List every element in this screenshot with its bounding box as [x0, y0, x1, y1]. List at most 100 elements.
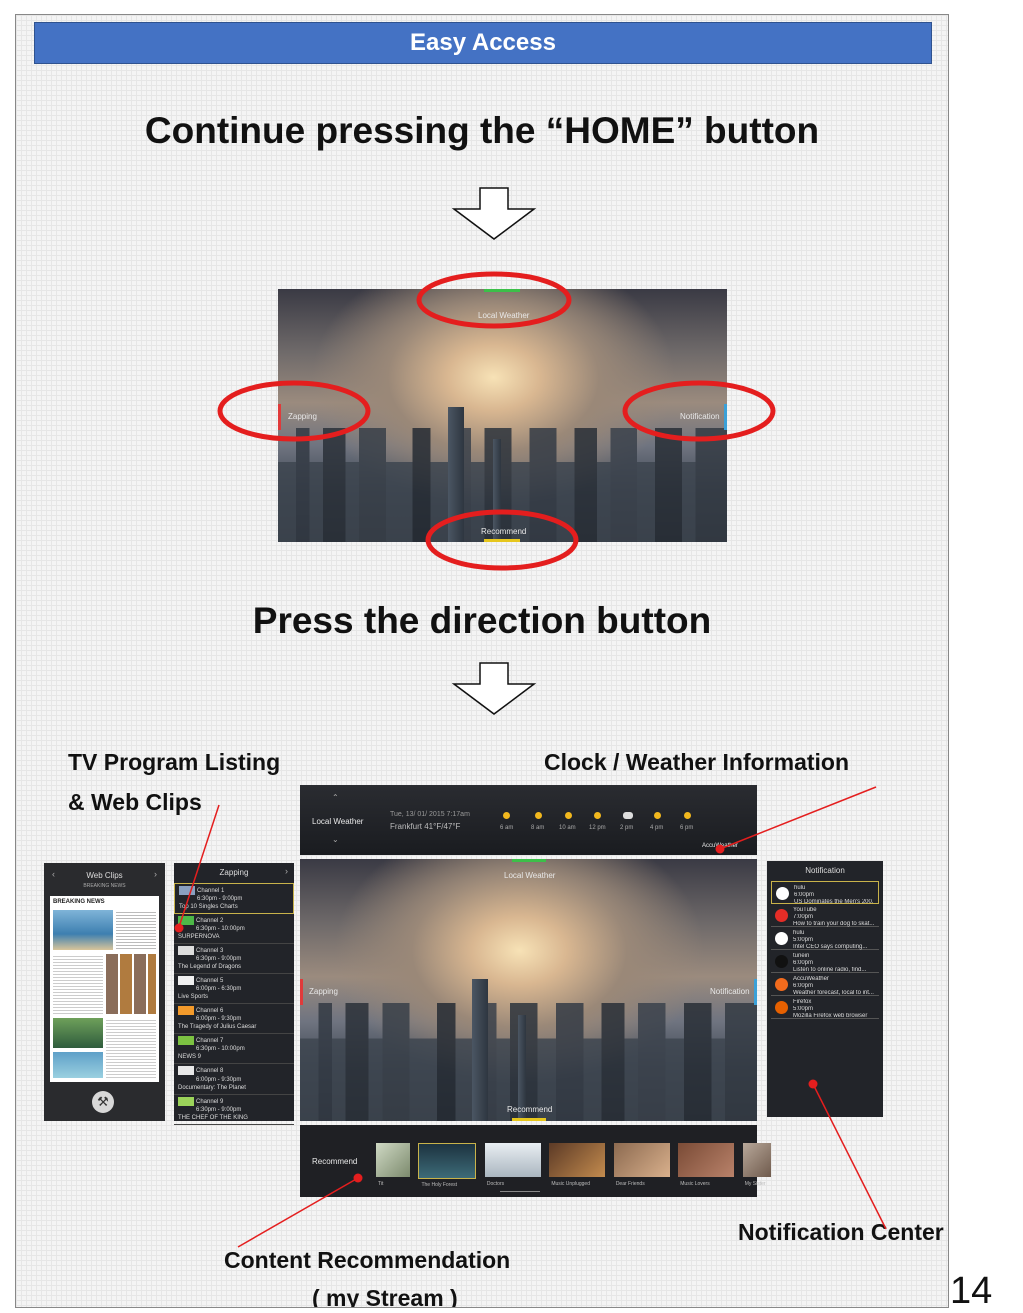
sun-icon: [594, 812, 601, 819]
zapping-row[interactable]: Channel 7 6:30pm - 10:00pm NEWS 9: [174, 1034, 294, 1065]
notification-item[interactable]: YouTube 7:00pm How to train your dog to sk…: [771, 904, 879, 927]
label-notification-center: Notification Center: [738, 1219, 944, 1245]
channel-name: Channel 8: [196, 1068, 224, 1075]
zapping-panel: Zapping › Channel 1 6:30pm - 9:00pm Top …: [174, 863, 294, 1125]
notification-item[interactable]: hulu 6:00pm US Dominates the Men's 200...: [771, 881, 879, 905]
zapping-row[interactable]: Channel 8 6:00pm - 9:30pm Documentary: T…: [174, 1064, 294, 1095]
tv-label-right[interactable]: Notification: [710, 987, 750, 996]
tv-label-top[interactable]: Local Weather: [478, 311, 529, 320]
notification-item[interactable]: hulu 5:00pm Intel CEO says computing...: [771, 927, 879, 950]
notification-panel: Notification hulu 6:00pm US Dominates the …: [767, 861, 883, 1117]
channel-time: 6:00pm - 6:30pm: [196, 986, 242, 993]
channel-name: Channel 7: [196, 1038, 224, 1045]
weather-time: 12 pm: [589, 825, 606, 831]
channel-time: 6:30pm - 9:00pm: [196, 1106, 242, 1113]
tv-label-bottom[interactable]: Recommend: [481, 527, 526, 536]
news-headline: BREAKING NEWS: [53, 899, 105, 905]
right-indicator: [724, 404, 727, 430]
recommend-item-label: Music Unplugged: [551, 1181, 590, 1187]
web-clips-title: Web Clips: [86, 871, 123, 880]
accuweather-brand: AccuWeather: [702, 843, 738, 849]
recommend-item[interactable]: Doctors: [484, 1143, 541, 1187]
chevron-up-icon[interactable]: ⌃: [332, 793, 339, 802]
notification-text: Mozilla Firefox web browser: [793, 1013, 868, 1019]
down-arrow-icon: [452, 662, 536, 715]
notification-time: 7:00pm: [793, 914, 814, 920]
left-indicator: [300, 979, 303, 1005]
weather-location: Frankfurt 41°F/47°F: [390, 822, 461, 831]
recommend-item-label: Tit: [378, 1181, 384, 1187]
recommend-item-label: The Holy Forest: [421, 1182, 458, 1188]
notification-app: Firefox: [793, 999, 812, 1005]
sun-icon: [503, 812, 510, 819]
zapping-row[interactable]: Channel 5 6:00pm - 6:30pm Live Sports: [174, 974, 294, 1005]
channel-show: Live Sports: [178, 994, 209, 1001]
notification-item[interactable]: tunein 6:00pm Listen to online radio, find…: [771, 950, 879, 973]
tv-label-right[interactable]: Notification: [680, 412, 720, 421]
weather-datetime: Tue, 13/ 01/ 2015 7:17am: [390, 811, 470, 818]
left-indicator: [278, 404, 281, 430]
tv-label-bottom[interactable]: Recommend: [507, 1105, 552, 1114]
sun-icon: [535, 812, 542, 819]
sun-icon: [684, 812, 691, 819]
recommend-item[interactable]: My Sister: [742, 1143, 771, 1187]
right-indicator: [754, 979, 757, 1005]
channel-show: SURPERNOVA: [178, 934, 220, 941]
tv-label-top[interactable]: Local Weather: [504, 871, 555, 880]
chevron-right-icon[interactable]: ›: [285, 866, 288, 876]
notification-item[interactable]: Firefox 5:00pm Mozilla Firefox web browser: [771, 996, 879, 1019]
tv-main-screen: Local Weather Zapping Notification Recom…: [300, 859, 757, 1121]
weather-time: 6 pm: [680, 825, 694, 831]
recommend-item[interactable]: Dear Friends: [613, 1143, 670, 1187]
app-icon: [775, 955, 788, 968]
label-clock-weather: Clock / Weather Information: [544, 749, 850, 775]
channel-thumbnail: [178, 976, 194, 986]
chevron-left-icon[interactable]: ‹: [52, 869, 55, 879]
weather-title: Local Weather: [312, 817, 364, 826]
zapping-row[interactable]: Channel 6 6:00pm - 9:30pm The Tragedy of…: [174, 1004, 294, 1035]
recommend-item-label: Dear Friends: [615, 1181, 645, 1187]
notification-app: YouTube: [793, 907, 817, 913]
tv-label-left[interactable]: Zapping: [288, 412, 317, 421]
notification-time: 5:00pm: [793, 1006, 814, 1012]
notification-item[interactable]: AccuWeather 6:00pm Weather forecast, local…: [771, 973, 879, 996]
recommend-title: Recommend: [312, 1157, 358, 1166]
recommend-item[interactable]: The Holy Forest: [418, 1143, 477, 1188]
recommend-item-label: Doctors: [486, 1181, 505, 1187]
channel-show: Top 10 Singles Charts: [179, 904, 238, 911]
notification-app: hulu: [793, 930, 805, 936]
zapping-row[interactable]: Channel 1 6:30pm - 9:00pm Top 10 Singles…: [174, 883, 294, 915]
notification-time: 5:00pm: [793, 937, 814, 943]
recommend-item[interactable]: Tit: [376, 1143, 410, 1187]
instruction-home: Continue pressing the “HOME” button: [144, 110, 820, 151]
recommend-item-label: My Sister: [744, 1181, 766, 1187]
channel-time: 6:00pm - 9:30pm: [196, 1076, 242, 1083]
weather-time: 10 am: [559, 825, 576, 831]
weather-time: 8 am: [531, 825, 545, 831]
channel-thumbnail: [178, 946, 194, 956]
zapping-row[interactable]: Channel 2 6:30pm - 10:00pm SURPERNOVA: [174, 914, 294, 945]
top-indicator: [484, 289, 520, 292]
sun-icon: [654, 812, 661, 819]
web-clips-subtitle: BREAKING NEWS: [83, 883, 126, 889]
chevron-right-icon[interactable]: ›: [154, 869, 157, 879]
notification-time: 6:00pm: [793, 960, 814, 966]
notification-time: 6:00pm: [793, 983, 814, 989]
wrench-icon[interactable]: ⚒: [92, 1091, 114, 1113]
channel-show: Documentary: The Planet: [178, 1084, 246, 1091]
chevron-down-icon[interactable]: ⌄: [332, 835, 339, 844]
channel-name: Channel 2: [196, 918, 224, 925]
instruction-direction: Press the direction button: [252, 600, 712, 641]
zapping-row[interactable]: Channel 9 6:30pm - 9:00pm THE CHEF OF TH…: [174, 1095, 294, 1125]
recommend-bar: Recommend Tit The Holy Forest Doctors Mu…: [300, 1125, 771, 1197]
channel-thumbnail: [178, 1066, 194, 1076]
channel-time: 6:30pm - 9:00pm: [197, 896, 243, 903]
bottom-indicator: [484, 539, 520, 542]
recommend-item[interactable]: Music Lovers: [678, 1143, 735, 1187]
notification-app: hulu: [794, 885, 806, 891]
bottom-indicator: [512, 1118, 546, 1121]
news-page[interactable]: BREAKING NEWS: [50, 896, 159, 1082]
zapping-row[interactable]: Channel 3 6:30pm - 9:00pm The Legend of …: [174, 944, 294, 975]
recommend-item[interactable]: Music Unplugged: [549, 1143, 606, 1187]
tv-label-left[interactable]: Zapping: [309, 987, 338, 996]
